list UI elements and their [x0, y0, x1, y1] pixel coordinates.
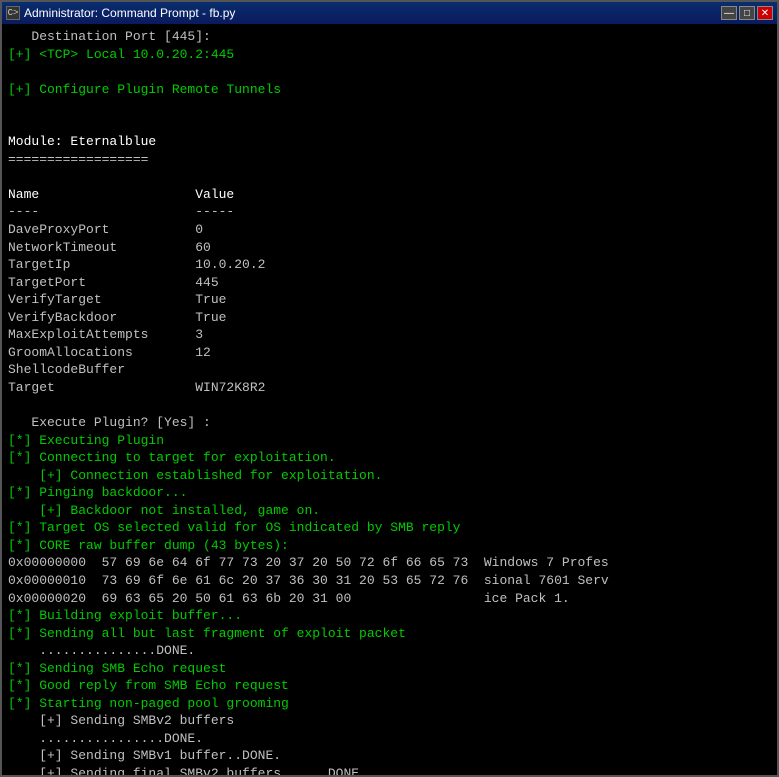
terminal-output: Destination Port [445]: [+] <TCP> Local …	[2, 24, 777, 775]
maximize-button[interactable]: □	[739, 6, 755, 20]
title-bar-left: C> Administrator: Command Prompt - fb.py	[6, 6, 235, 20]
title-bar: C> Administrator: Command Prompt - fb.py…	[2, 2, 777, 24]
title-bar-buttons: — □ ✕	[721, 6, 773, 20]
title-bar-text: Administrator: Command Prompt - fb.py	[24, 6, 235, 20]
window-icon: C>	[6, 6, 20, 20]
window: C> Administrator: Command Prompt - fb.py…	[0, 0, 779, 777]
close-button[interactable]: ✕	[757, 6, 773, 20]
minimize-button[interactable]: —	[721, 6, 737, 20]
